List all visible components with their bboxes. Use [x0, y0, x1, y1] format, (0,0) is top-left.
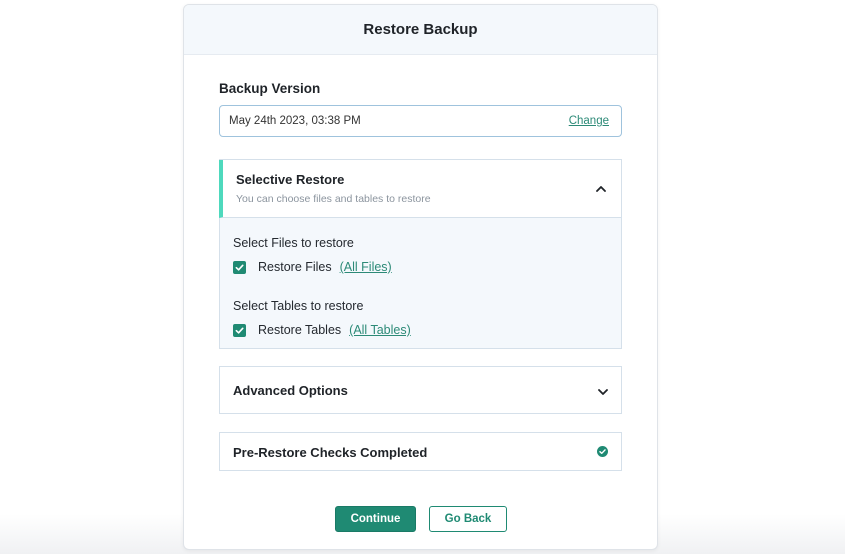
chevron-up-icon[interactable] [596, 184, 606, 194]
restore-backup-modal: Restore Backup Backup Version May 24th 2… [183, 4, 658, 550]
go-back-button[interactable]: Go Back [429, 506, 507, 532]
all-tables-link[interactable]: (All Tables) [349, 323, 411, 337]
selective-restore-title: Selective Restore [236, 172, 345, 187]
restore-files-option: Restore Files (All Files) [233, 260, 392, 274]
modal-title: Restore Backup [363, 21, 478, 38]
check-circle-icon [597, 446, 608, 457]
backup-version-field[interactable]: May 24th 2023, 03:38 PM Change [219, 105, 622, 137]
checkmark-icon [235, 264, 244, 271]
tables-group-label: Select Tables to restore [233, 299, 364, 313]
restore-tables-checkbox[interactable] [233, 323, 246, 337]
checkmark-icon [235, 327, 244, 334]
restore-files-checkbox[interactable] [233, 260, 246, 274]
advanced-options-title: Advanced Options [233, 383, 348, 398]
backup-version-label: Backup Version [219, 81, 321, 96]
files-group-label: Select Files to restore [233, 236, 354, 250]
selective-restore-body: Select Files to restore Restore Files (A… [220, 218, 621, 348]
restore-tables-label: Restore Tables [258, 323, 342, 337]
pre-restore-checks-title: Pre-Restore Checks Completed [233, 445, 428, 460]
restore-tables-option: Restore Tables (All Tables) [233, 323, 411, 337]
modal-header: Restore Backup [184, 5, 657, 55]
pre-restore-checks-panel[interactable]: Pre-Restore Checks Completed [219, 432, 622, 471]
advanced-options-panel[interactable]: Advanced Options [219, 366, 622, 414]
continue-button[interactable]: Continue [335, 506, 416, 532]
chevron-down-icon[interactable] [598, 387, 608, 397]
selective-restore-panel: Selective Restore You can choose files a… [219, 159, 622, 349]
selective-restore-subtitle: You can choose files and tables to resto… [236, 193, 431, 205]
restore-files-label: Restore Files [258, 260, 332, 274]
all-files-link[interactable]: (All Files) [340, 260, 392, 274]
selective-restore-header[interactable]: Selective Restore You can choose files a… [219, 160, 621, 218]
backup-version-value: May 24th 2023, 03:38 PM [229, 115, 361, 127]
change-version-link[interactable]: Change [569, 115, 609, 127]
